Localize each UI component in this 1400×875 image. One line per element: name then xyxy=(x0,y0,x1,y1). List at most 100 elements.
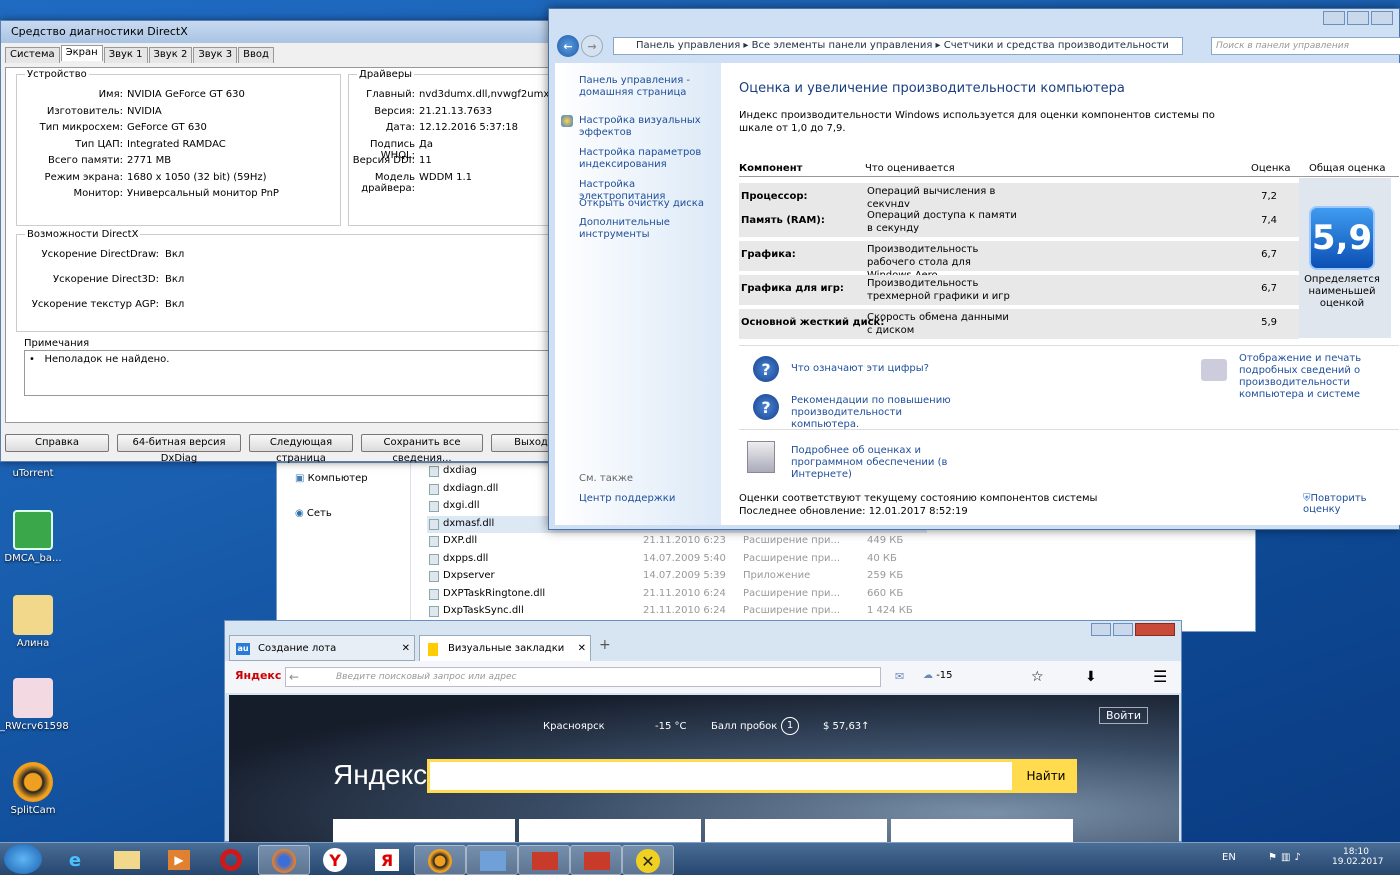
breadcrumb-item[interactable]: Все элементы панели управления xyxy=(752,40,933,51)
x64-dxdiag-button[interactable]: 64-битная версия DxDiag xyxy=(117,434,241,464)
dx-tab[interactable]: Звук 1 xyxy=(103,47,148,63)
taskbar-toolbox-2[interactable] xyxy=(570,845,622,875)
field-label: Версия DDI: xyxy=(352,155,415,166)
traffic-label[interactable]: Балл пробок xyxy=(711,721,777,732)
taskbar-directx[interactable]: ✕ xyxy=(622,845,674,875)
back-arrow-icon[interactable]: ← xyxy=(557,35,579,57)
taskbar-firefox[interactable] xyxy=(258,845,310,875)
file-size: 259 КБ xyxy=(867,570,904,581)
file-row[interactable]: DXP.dll 21.11.2010 6:23 Расширение при... 4… xyxy=(427,533,927,550)
file-row[interactable]: Dxpserver 14.07.2009 5:39 Приложение 259 КБ xyxy=(427,568,927,585)
login-button[interactable]: Войти xyxy=(1099,707,1148,724)
breadcrumb-item[interactable]: Панель управления xyxy=(636,40,740,51)
desktop-icon-alina[interactable]: Алина xyxy=(0,595,66,649)
file-type: Расширение при... xyxy=(743,535,841,546)
link-online-info[interactable]: Подробнее об оценках и программном обесп… xyxy=(791,445,991,481)
currency-rate[interactable]: $ 57,63↑ xyxy=(823,721,870,732)
save-info-button[interactable]: Сохранить все сведения... xyxy=(361,434,483,464)
mail-icon[interactable]: ✉ xyxy=(895,670,904,683)
dx-tab[interactable]: Звук 2 xyxy=(148,47,193,63)
star-icon[interactable]: ☆ xyxy=(1031,669,1044,685)
taskbar-yandex[interactable]: Я xyxy=(362,845,414,875)
link-indexing[interactable]: Настройка параметров индексирования xyxy=(579,147,709,171)
bookmark-tile[interactable] xyxy=(891,819,1073,843)
bookmark-tile[interactable] xyxy=(333,819,515,843)
weather-link[interactable]: -15 °C xyxy=(655,721,687,732)
desktop-icon-rwcrv[interactable]: _RWcrv61598 xyxy=(0,678,69,732)
taskbar-splitcam[interactable] xyxy=(414,845,466,875)
minimize-button[interactable] xyxy=(1323,11,1345,25)
help-button[interactable]: Справка xyxy=(5,434,109,452)
breadcrumb[interactable]: Панель управления ▸ Все элементы панели … xyxy=(613,37,1183,55)
link-what-numbers[interactable]: Что означают эти цифры? xyxy=(791,363,929,375)
desktop-icon-splitcam[interactable]: SplitCam xyxy=(0,762,66,816)
yandex-search-input[interactable] xyxy=(427,759,1015,793)
dxdiag-window: Средство диагностики DirectX Система Экра… xyxy=(0,20,574,464)
maximize-button[interactable] xyxy=(1113,623,1133,636)
link-recommendations[interactable]: Рекомендации по повышению производительн… xyxy=(791,395,971,431)
forward-arrow-icon[interactable]: → xyxy=(581,35,603,57)
dx-tab[interactable]: Экран xyxy=(60,45,103,61)
dx-tab[interactable]: Звук 3 xyxy=(193,47,238,63)
dxdiag-titlebar[interactable]: Средство диагностики DirectX xyxy=(1,21,559,43)
link-visual-effects[interactable]: Настройка визуальных эффектов xyxy=(579,115,709,139)
file-name: DXPTaskRingtone.dll xyxy=(443,587,546,599)
menu-icon[interactable]: ☰ xyxy=(1153,667,1167,686)
file-row[interactable]: DXPTaskRingtone.dll 21.11.2010 6:24 Расшир… xyxy=(427,586,927,603)
field-label: Дата: xyxy=(385,122,415,133)
language-indicator[interactable]: EN xyxy=(1222,852,1236,863)
file-name: dxmasf.dll xyxy=(443,517,495,529)
taskbar-media[interactable]: ▶ xyxy=(154,845,206,875)
shield-icon: ⛨ xyxy=(1303,493,1311,504)
bookmark-tile[interactable] xyxy=(519,819,701,843)
download-icon[interactable]: ⬇ xyxy=(1085,669,1097,685)
clock[interactable]: 18:10 19.02.2017 xyxy=(1332,847,1384,867)
nav-item-computer[interactable]: ▣ Компьютер xyxy=(295,473,368,484)
field-value: Универсальный монитор PnP xyxy=(127,188,279,199)
find-button[interactable]: Найти xyxy=(1015,759,1077,793)
file-row[interactable]: DxpTaskSync.dll 21.11.2010 6:24 Расширение… xyxy=(427,603,927,620)
breadcrumb-item[interactable]: Счетчики и средства производительности xyxy=(944,40,1169,51)
close-tab-icon[interactable]: ✕ xyxy=(402,636,410,662)
desktop-icon-utorrent[interactable]: uTorrent xyxy=(0,468,66,479)
nav-item-network[interactable]: ◉ Сеть xyxy=(295,508,332,519)
yandex-icon: Я xyxy=(375,849,399,871)
taskbar-ie[interactable]: e xyxy=(50,845,102,875)
window-controls xyxy=(1323,11,1393,25)
taskbar-toolbox-1[interactable] xyxy=(518,845,570,875)
start-button[interactable] xyxy=(4,844,42,874)
url-input[interactable]: Введите поисковый запрос или адрес xyxy=(285,667,881,687)
dx-tab[interactable]: Система xyxy=(5,47,60,63)
taskbar-opera[interactable] xyxy=(206,845,258,875)
link-action-center[interactable]: Центр поддержки xyxy=(579,493,675,505)
link-disk-cleanup[interactable]: Открыть очистку диска xyxy=(579,198,709,210)
weather-widget[interactable]: ☁ -15 xyxy=(923,670,953,681)
tray-icons[interactable]: ⚑▥♪ xyxy=(1268,852,1305,863)
maximize-button[interactable] xyxy=(1347,11,1369,25)
city-link[interactable]: Красноярск xyxy=(543,721,605,732)
dx-tab[interactable]: Ввод xyxy=(238,47,274,63)
taskbar-dxdiag[interactable] xyxy=(466,845,518,875)
close-button[interactable] xyxy=(1135,623,1175,636)
explorer-nav-pane: ▣ Компьютер ◉ Сеть xyxy=(277,463,411,633)
taskbar-explorer[interactable] xyxy=(102,845,154,875)
taskbar-yandex-browser[interactable]: Y xyxy=(310,845,362,875)
link-print-details[interactable]: Отображение и печать подробных сведений … xyxy=(1239,353,1400,401)
close-tab-icon[interactable]: ✕ xyxy=(578,636,586,662)
back-arrow-icon[interactable]: ← xyxy=(289,670,299,684)
link-advanced-tools[interactable]: Дополнительные инструменты xyxy=(579,217,709,241)
rerun-link[interactable]: ⛨Повторить оценку xyxy=(1303,493,1400,515)
link-cp-home[interactable]: Панель управления - домашняя страница xyxy=(579,75,709,99)
desktop-icon-dmca[interactable]: DMCA_ba... xyxy=(0,510,66,564)
tab-create-lot[interactable]: au Создание лота ✕ xyxy=(229,635,415,661)
tab-visual-bookmarks[interactable]: Визуальные закладки ✕ xyxy=(419,635,591,661)
search-input[interactable]: Поиск в панели управления xyxy=(1211,37,1400,55)
new-tab-icon[interactable]: + xyxy=(599,637,611,653)
bookmark-tile[interactable] xyxy=(705,819,887,843)
close-button[interactable] xyxy=(1371,11,1393,25)
next-page-button[interactable]: Следующая страница xyxy=(249,434,353,464)
minimize-button[interactable] xyxy=(1091,623,1111,636)
file-row[interactable]: dxpps.dll 14.07.2009 5:40 Расширение при..… xyxy=(427,551,927,568)
firefox-icon xyxy=(272,849,296,873)
search-engine-logo[interactable]: Яндекс xyxy=(235,669,281,682)
